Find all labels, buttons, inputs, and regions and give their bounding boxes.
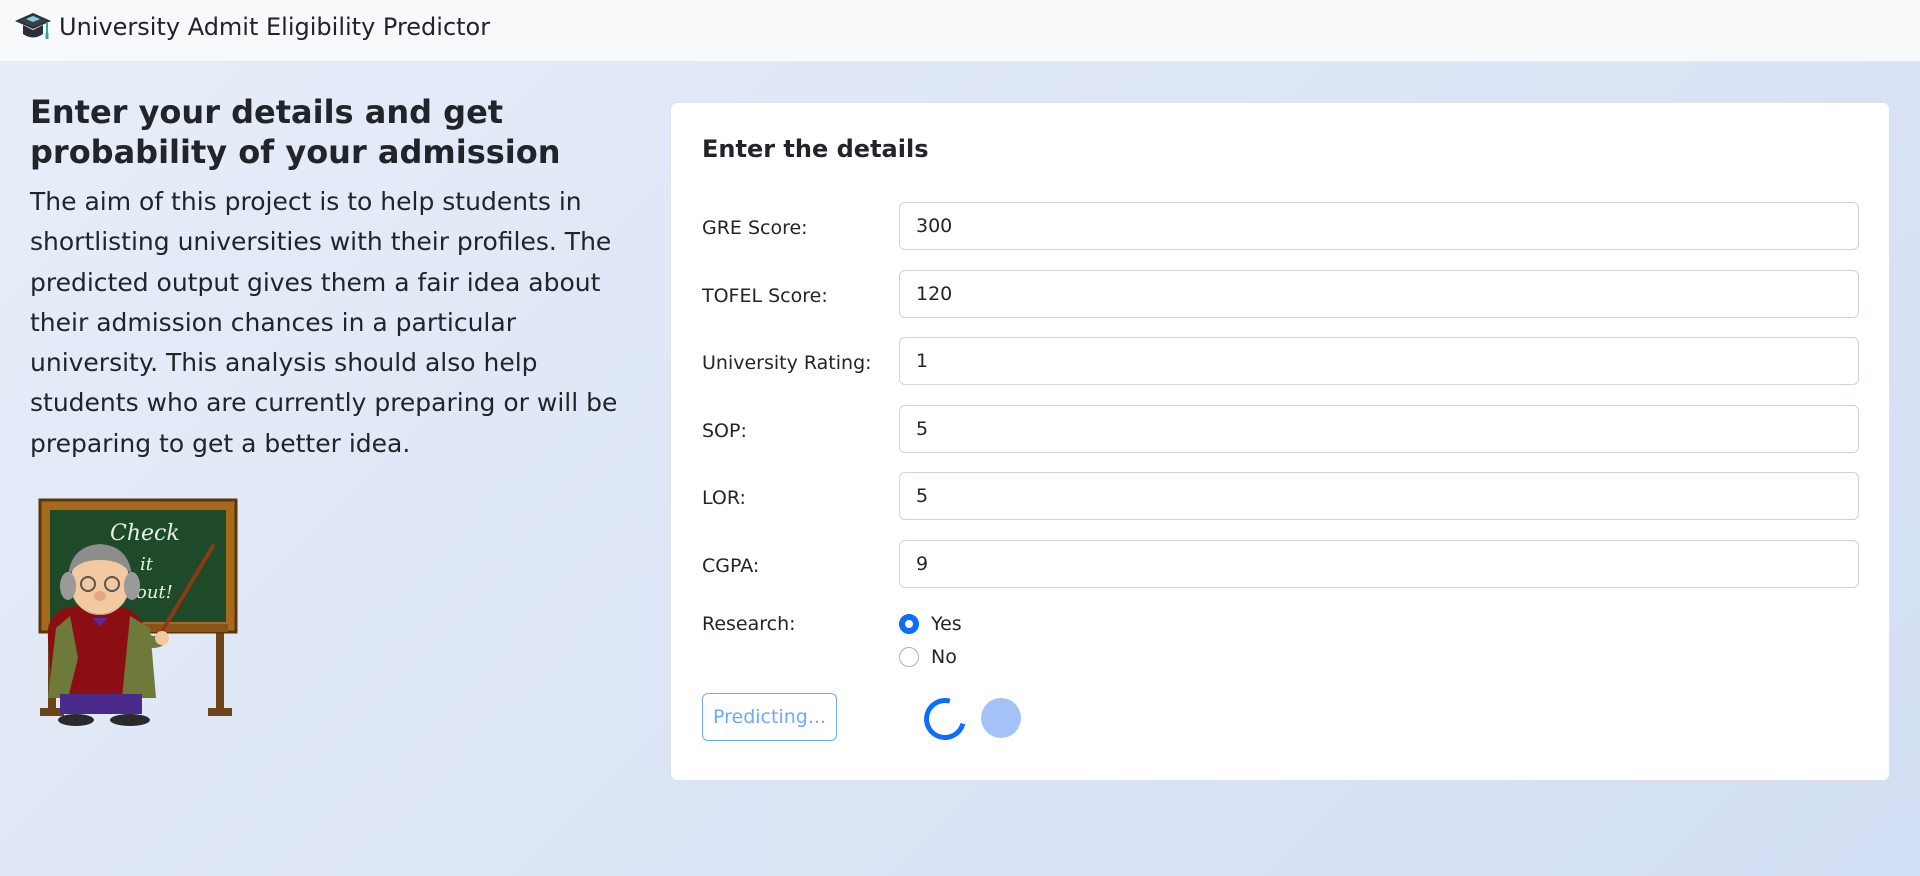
tofel-score-input[interactable] — [899, 270, 1859, 318]
form-title: Enter the details — [702, 135, 929, 163]
intro-section: Enter your details and get probability o… — [30, 92, 640, 464]
cgpa-input[interactable] — [899, 540, 1859, 588]
research-option-no[interactable]: No — [899, 645, 957, 669]
university-rating-label: University Rating: — [702, 352, 872, 374]
sop-label: SOP: — [702, 420, 747, 442]
research-no-label[interactable]: No — [931, 645, 957, 669]
predict-button[interactable]: Predicting... — [702, 693, 837, 741]
research-option-yes[interactable]: Yes — [899, 612, 962, 636]
gre-score-label: GRE Score: — [702, 217, 808, 239]
lor-label: LOR: — [702, 487, 746, 509]
project-description: The aim of this project is to help stude… — [30, 187, 618, 458]
navbar: University Admit Eligibility Predictor — [0, 0, 1920, 62]
lor-input[interactable] — [899, 472, 1859, 520]
research-yes-label[interactable]: Yes — [931, 612, 962, 636]
cgpa-label: CGPA: — [702, 555, 760, 577]
university-rating-input[interactable] — [899, 337, 1859, 385]
tofel-score-label: TOFEL Score: — [702, 285, 828, 307]
research-no-radio[interactable] — [899, 647, 919, 667]
loading-spinner-border — [916, 690, 974, 748]
board-text-1: Check — [110, 521, 180, 546]
research-yes-radio[interactable] — [899, 614, 919, 634]
teacher-illustration: Check it out! — [38, 498, 238, 726]
board-text-2: it — [140, 554, 154, 575]
board-text-3: out! — [136, 582, 173, 603]
page-heading: Enter your details and get probability o… — [30, 93, 561, 171]
app-title[interactable]: University Admit Eligibility Predictor — [59, 11, 490, 43]
gre-score-input[interactable] — [899, 202, 1859, 250]
loading-spinner-grow — [981, 698, 1021, 738]
research-label: Research: — [702, 613, 796, 635]
graduation-cap-icon — [15, 13, 51, 39]
sop-input[interactable] — [899, 405, 1859, 453]
details-form-card: Enter the details GRE Score: TOFEL Score… — [670, 102, 1890, 781]
